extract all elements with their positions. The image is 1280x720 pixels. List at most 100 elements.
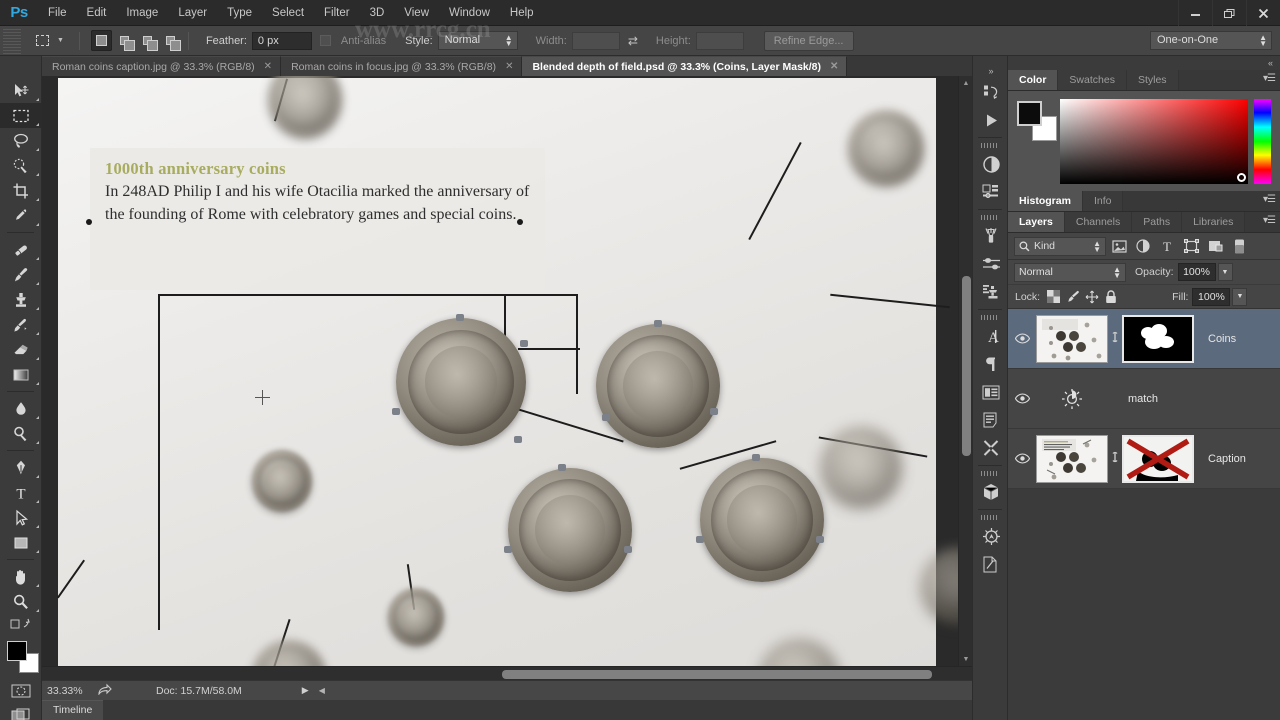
opacity-input[interactable]: 100%	[1177, 263, 1216, 281]
filter-toggle-icon[interactable]	[1228, 236, 1250, 257]
3d-icon[interactable]	[973, 478, 1009, 506]
filter-pixel-icon[interactable]	[1108, 236, 1130, 257]
screen-mode-button[interactable]	[0, 703, 42, 720]
brush-tool[interactable]	[0, 262, 42, 287]
layer-row-coins[interactable]: Coins	[1008, 309, 1280, 369]
add-to-selection-button[interactable]	[114, 30, 135, 51]
menu-view[interactable]: View	[394, 0, 439, 26]
adjustments-icon[interactable]	[973, 150, 1009, 178]
opacity-chevron-down-icon[interactable]: ▼	[1217, 263, 1233, 281]
blur-tool[interactable]	[0, 396, 42, 421]
menu-window[interactable]: Window	[439, 0, 500, 26]
panel-grip[interactable]	[981, 315, 999, 320]
layer-row-match[interactable]: match	[1008, 369, 1280, 429]
tab-channels[interactable]: Channels	[1064, 212, 1133, 232]
pen-tool[interactable]	[0, 455, 42, 480]
swap-width-height-icon[interactable]: ⇄	[628, 34, 638, 48]
horizontal-scroll-thumb[interactable]	[502, 670, 932, 679]
notes-icon[interactable]	[973, 550, 1009, 578]
brush-presets-icon[interactable]	[973, 222, 1009, 250]
lock-transparent-pixels-icon[interactable]	[1044, 288, 1063, 306]
canvas-horizontal-scrollbar[interactable]	[42, 666, 972, 680]
minimize-button[interactable]	[1178, 0, 1212, 26]
menu-edit[interactable]: Edit	[77, 0, 117, 26]
menu-file[interactable]: File	[38, 0, 77, 26]
layer-name[interactable]: match	[1128, 393, 1158, 405]
layer-row-caption[interactable]: Caption	[1008, 429, 1280, 489]
menu-image[interactable]: Image	[116, 0, 168, 26]
menu-help[interactable]: Help	[500, 0, 544, 26]
layer-visibility-toggle[interactable]	[1008, 429, 1036, 489]
anti-alias-checkbox[interactable]	[319, 35, 331, 46]
path-selection-tool[interactable]	[0, 505, 42, 530]
actions-play-icon[interactable]	[973, 106, 1009, 134]
expand-panels-icon[interactable]: «	[1008, 56, 1280, 70]
style-select[interactable]: Normal ▲ ▼	[437, 31, 518, 50]
dodge-tool[interactable]	[0, 421, 42, 446]
lasso-tool[interactable]	[0, 128, 42, 153]
paragraph-styles-icon[interactable]	[973, 406, 1009, 434]
menu-filter[interactable]: Filter	[314, 0, 360, 26]
eyedropper-tool[interactable]	[0, 203, 42, 228]
foreground-color-swatch[interactable]	[7, 641, 27, 661]
panel-menu-icon[interactable]: ▾☰	[1263, 216, 1276, 226]
crop-tool[interactable]	[0, 178, 42, 203]
scroll-up-arrow-icon[interactable]: ▲	[959, 76, 972, 90]
tool-presets-icon[interactable]	[973, 434, 1009, 462]
tab-color[interactable]: Color	[1008, 70, 1059, 90]
edit-toolbar-button[interactable]	[0, 614, 42, 634]
layer-mask-thumbnail-coins[interactable]	[1122, 314, 1194, 363]
color-field[interactable]	[1060, 99, 1248, 184]
filter-shape-icon[interactable]	[1180, 236, 1202, 257]
hand-tool[interactable]	[0, 564, 42, 589]
tab-styles[interactable]: Styles	[1126, 70, 1179, 90]
new-selection-button[interactable]	[90, 30, 112, 51]
filter-kind-select[interactable]: Kind ▲ ▼	[1014, 236, 1106, 256]
layer-thumbnail-coins[interactable]	[1036, 314, 1108, 363]
left-arrow-icon[interactable]: ◀	[319, 686, 325, 695]
menu-select[interactable]: Select	[262, 0, 314, 26]
zoom-tool[interactable]	[0, 589, 42, 614]
image-canvas[interactable]: 1000th anniversary coins In 248AD Philip…	[56, 76, 972, 680]
restore-button[interactable]	[1212, 0, 1246, 26]
rectangle-tool[interactable]	[0, 530, 42, 555]
color-panel[interactable]	[1008, 91, 1280, 191]
feather-input[interactable]: 0 px	[251, 31, 312, 50]
tab-roman-coins-in-focus[interactable]: Roman coins in focus.jpg @ 33.3% (RGB/8)…	[281, 56, 523, 76]
panel-grip[interactable]	[981, 143, 999, 148]
tab-blended-depth-of-field[interactable]: Blended depth of field.psd @ 33.3% (Coin…	[522, 56, 848, 76]
move-tool[interactable]	[0, 78, 42, 103]
rectangular-marquee-icon[interactable]	[30, 30, 54, 52]
close-icon[interactable]: ✕	[264, 61, 272, 72]
close-icon[interactable]: ✕	[505, 61, 513, 72]
close-button[interactable]	[1246, 0, 1280, 26]
zoom-level[interactable]: 33.33%	[42, 685, 94, 697]
type-tool[interactable]: T	[0, 480, 42, 505]
tab-info[interactable]: Info	[1082, 191, 1124, 211]
tab-libraries[interactable]: Libraries	[1182, 212, 1246, 232]
quick-selection-tool[interactable]	[0, 153, 42, 178]
eraser-tool[interactable]	[0, 337, 42, 362]
options-bar-grip[interactable]	[3, 27, 21, 54]
layer-visibility-toggle[interactable]	[1008, 309, 1036, 369]
layer-thumbnail-caption[interactable]	[1036, 434, 1108, 483]
layer-mask-thumbnail-caption[interactable]	[1122, 434, 1194, 483]
color-picker-handle[interactable]	[1237, 173, 1246, 182]
menu-layer[interactable]: Layer	[168, 0, 217, 26]
subtract-from-selection-button[interactable]	[137, 30, 158, 51]
layer-visibility-toggle[interactable]	[1008, 369, 1036, 429]
document-canvas-area[interactable]: 1000th anniversary coins In 248AD Philip…	[42, 76, 972, 680]
quick-mask-mode-button[interactable]	[0, 678, 42, 703]
menu-3d[interactable]: 3D	[360, 0, 395, 26]
layer-name[interactable]: Coins	[1208, 333, 1236, 345]
panel-grip[interactable]	[981, 215, 999, 220]
brush-settings-icon[interactable]	[973, 250, 1009, 278]
scroll-down-arrow-icon[interactable]: ▼	[959, 652, 972, 666]
tab-paths[interactable]: Paths	[1132, 212, 1183, 232]
intersect-with-selection-button[interactable]	[160, 30, 181, 51]
width-input[interactable]	[571, 31, 620, 50]
share-icon[interactable]	[94, 683, 116, 698]
tab-swatches[interactable]: Swatches	[1058, 70, 1127, 90]
lock-position-icon[interactable]	[1082, 288, 1101, 306]
tool-preset-chevron-icon[interactable]: ▼	[57, 37, 64, 44]
